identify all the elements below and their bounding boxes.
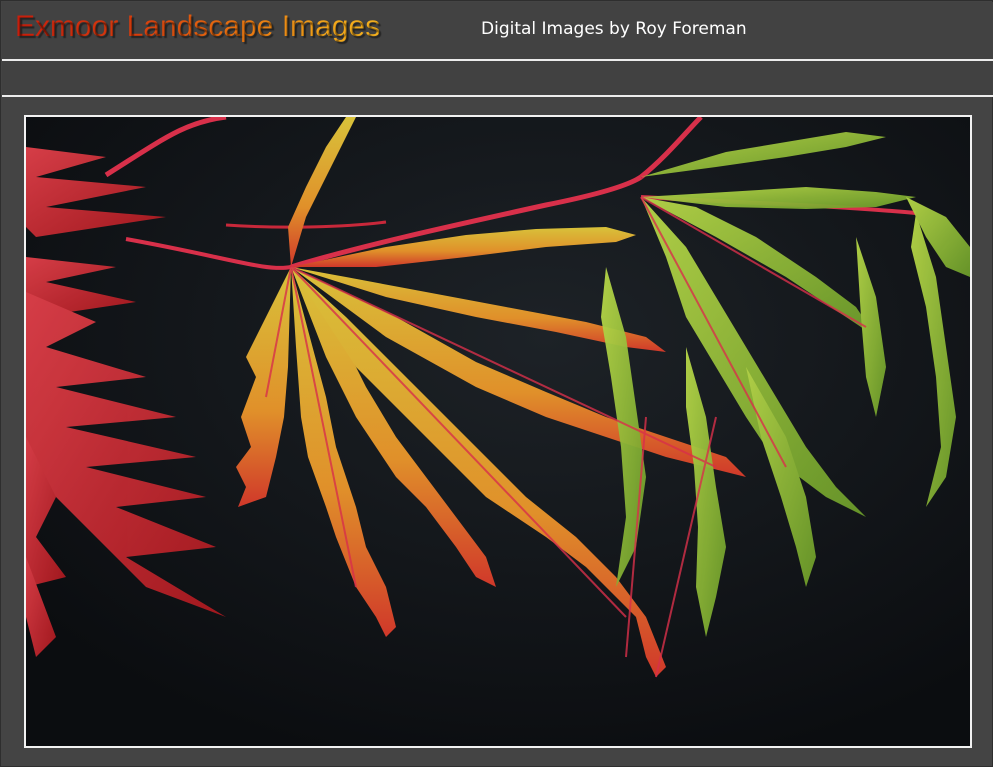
navigation-bar xyxy=(2,61,993,95)
nav-divider xyxy=(2,95,993,97)
site-header: Exmoor Landscape Images Digital Images b… xyxy=(2,2,993,59)
site-subtitle: Digital Images by Roy Foreman xyxy=(481,19,747,39)
featured-photo[interactable] xyxy=(24,115,972,748)
site-title[interactable]: Exmoor Landscape Images xyxy=(15,10,380,44)
maple-leaves-icon xyxy=(26,117,970,746)
page-frame: Exmoor Landscape Images Digital Images b… xyxy=(0,0,993,767)
